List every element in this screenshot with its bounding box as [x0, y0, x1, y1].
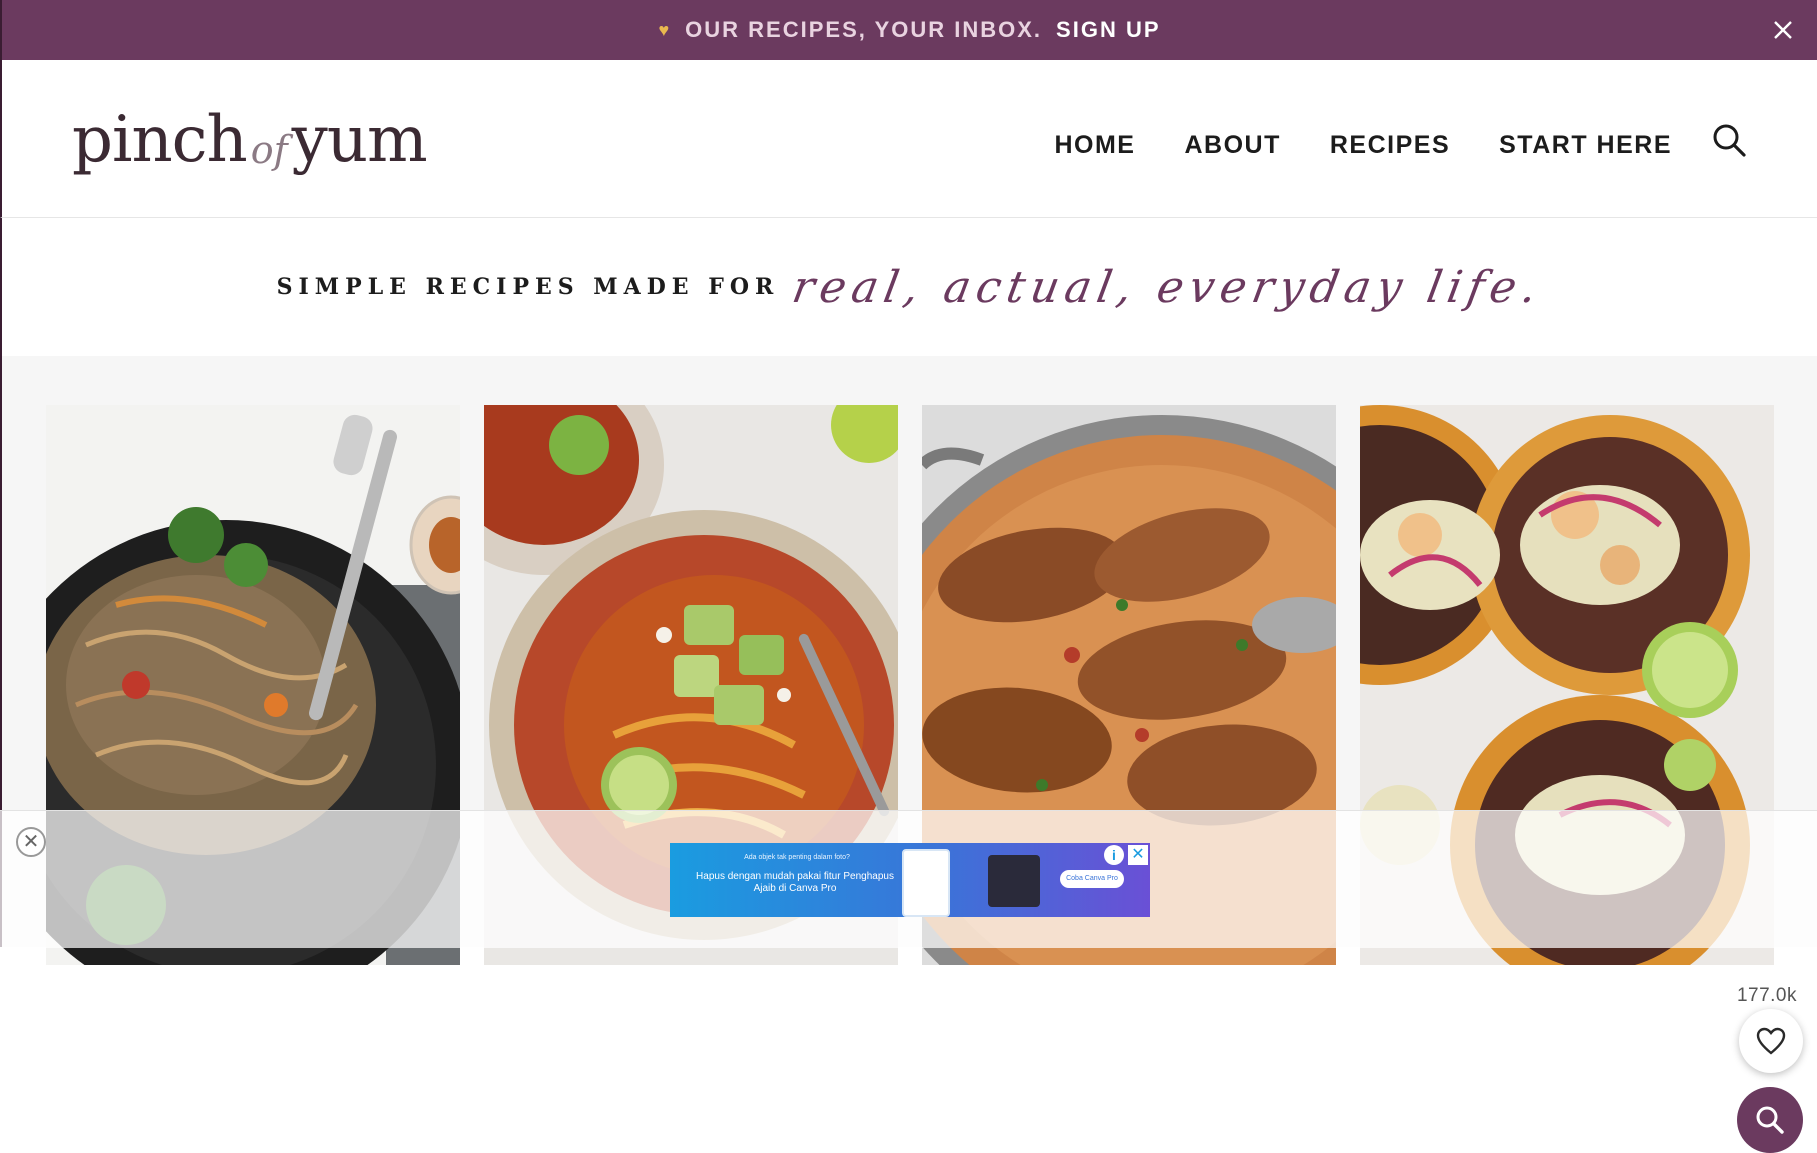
ad-phone-image: [902, 849, 950, 917]
main-nav: HOME ABOUT RECIPES START HERE: [1005, 60, 1672, 218]
search-icon[interactable]: [1711, 122, 1749, 160]
favorites-count: 177.0k: [1736, 985, 1797, 1006]
promo-text: OUR RECIPES, YOUR INBOX.: [685, 17, 1043, 42]
logo-text-yum: yum: [291, 103, 428, 177]
ad-headline: Ada objek tak penting dalam foto?: [744, 854, 850, 861]
search-icon[interactable]: [1737, 1087, 1803, 1153]
ad-banner[interactable]: Ada objek tak penting dalam foto? Hapus …: [670, 843, 1150, 917]
close-icon[interactable]: ✕: [16, 827, 46, 857]
logo-text-of: of: [250, 128, 288, 172]
nav-start-here[interactable]: START HERE: [1499, 131, 1672, 160]
nav-recipes[interactable]: RECIPES: [1330, 131, 1450, 160]
site-logo[interactable]: pinch of yum: [72, 95, 472, 185]
tagline-script: real, actual, everyday life.: [788, 261, 1547, 313]
tagline: SIMPLE RECIPES MADE FOR real, actual, ev…: [0, 218, 1817, 356]
nav-about[interactable]: ABOUT: [1184, 131, 1280, 160]
heart-icon[interactable]: [1739, 1009, 1803, 1073]
ad-product-image: [988, 855, 1040, 907]
ad-body: Hapus dengan mudah pakai fitur Penghapus…: [696, 871, 894, 894]
site-header: pinch of yum HOME ABOUT RECIPES START HE…: [0, 60, 1817, 218]
promo-content: ♥ OUR RECIPES, YOUR INBOX. SIGN UP: [2, 0, 1817, 60]
ad-overlay: ✕ Ada objek tak penting dalam foto? Hapu…: [0, 810, 1817, 948]
info-icon[interactable]: i: [1104, 845, 1124, 865]
ad-cta-button[interactable]: Coba Canva Pro: [1060, 870, 1124, 888]
heart-icon: ♥: [658, 19, 672, 40]
promo-bar: ♥ OUR RECIPES, YOUR INBOX. SIGN UP: [0, 0, 1817, 60]
close-icon[interactable]: [1767, 14, 1799, 46]
nav-home[interactable]: HOME: [1054, 131, 1135, 160]
close-icon[interactable]: ✕: [1128, 845, 1148, 865]
tagline-lead: SIMPLE RECIPES MADE FOR: [276, 274, 780, 300]
signup-link[interactable]: SIGN UP: [1056, 17, 1160, 43]
logo-text-pinch: pinch: [72, 103, 248, 177]
